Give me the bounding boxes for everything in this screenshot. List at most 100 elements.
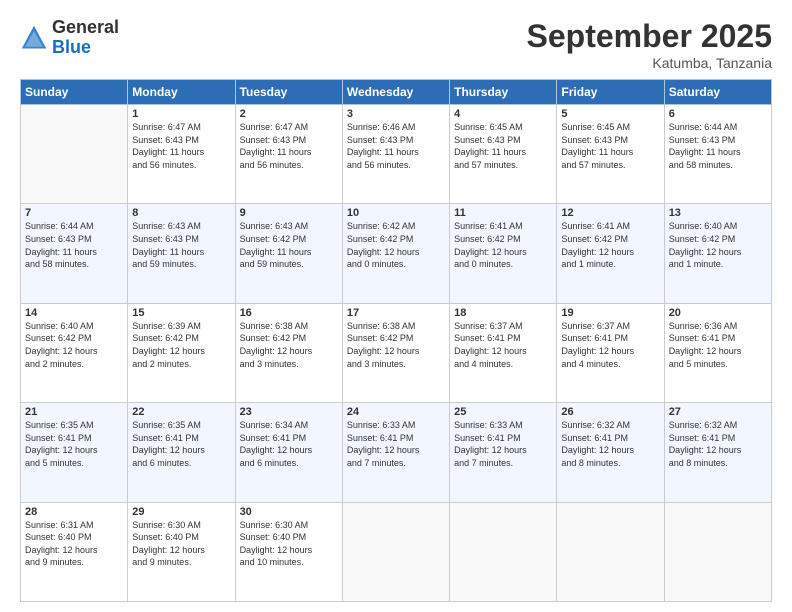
- day-info: Sunrise: 6:38 AM Sunset: 6:42 PM Dayligh…: [240, 320, 338, 370]
- calendar-cell: 18Sunrise: 6:37 AM Sunset: 6:41 PM Dayli…: [450, 303, 557, 402]
- calendar-cell: 21Sunrise: 6:35 AM Sunset: 6:41 PM Dayli…: [21, 403, 128, 502]
- calendar-cell: 4Sunrise: 6:45 AM Sunset: 6:43 PM Daylig…: [450, 105, 557, 204]
- calendar-cell: [450, 502, 557, 601]
- day-number: 26: [561, 406, 659, 418]
- calendar-cell: 14Sunrise: 6:40 AM Sunset: 6:42 PM Dayli…: [21, 303, 128, 402]
- day-number: 13: [669, 207, 767, 219]
- calendar-cell: 19Sunrise: 6:37 AM Sunset: 6:41 PM Dayli…: [557, 303, 664, 402]
- calendar-cell: 7Sunrise: 6:44 AM Sunset: 6:43 PM Daylig…: [21, 204, 128, 303]
- calendar-header-tuesday: Tuesday: [235, 80, 342, 105]
- day-number: 29: [132, 506, 230, 518]
- day-number: 25: [454, 406, 552, 418]
- calendar-cell: 24Sunrise: 6:33 AM Sunset: 6:41 PM Dayli…: [342, 403, 449, 502]
- calendar-cell: 27Sunrise: 6:32 AM Sunset: 6:41 PM Dayli…: [664, 403, 771, 502]
- day-info: Sunrise: 6:34 AM Sunset: 6:41 PM Dayligh…: [240, 419, 338, 469]
- day-info: Sunrise: 6:39 AM Sunset: 6:42 PM Dayligh…: [132, 320, 230, 370]
- day-info: Sunrise: 6:44 AM Sunset: 6:43 PM Dayligh…: [25, 220, 123, 270]
- day-info: Sunrise: 6:47 AM Sunset: 6:43 PM Dayligh…: [240, 121, 338, 171]
- day-number: 23: [240, 406, 338, 418]
- calendar-cell: 10Sunrise: 6:42 AM Sunset: 6:42 PM Dayli…: [342, 204, 449, 303]
- calendar-cell: 23Sunrise: 6:34 AM Sunset: 6:41 PM Dayli…: [235, 403, 342, 502]
- day-number: 11: [454, 207, 552, 219]
- day-number: 6: [669, 108, 767, 120]
- day-number: 9: [240, 207, 338, 219]
- calendar-cell: 6Sunrise: 6:44 AM Sunset: 6:43 PM Daylig…: [664, 105, 771, 204]
- calendar-cell: 29Sunrise: 6:30 AM Sunset: 6:40 PM Dayli…: [128, 502, 235, 601]
- day-number: 15: [132, 307, 230, 319]
- calendar-header-monday: Monday: [128, 80, 235, 105]
- day-info: Sunrise: 6:47 AM Sunset: 6:43 PM Dayligh…: [132, 121, 230, 171]
- day-info: Sunrise: 6:37 AM Sunset: 6:41 PM Dayligh…: [561, 320, 659, 370]
- calendar-cell: 1Sunrise: 6:47 AM Sunset: 6:43 PM Daylig…: [128, 105, 235, 204]
- day-number: 12: [561, 207, 659, 219]
- day-info: Sunrise: 6:43 AM Sunset: 6:42 PM Dayligh…: [240, 220, 338, 270]
- calendar-cell: 22Sunrise: 6:35 AM Sunset: 6:41 PM Dayli…: [128, 403, 235, 502]
- calendar-week-1: 1Sunrise: 6:47 AM Sunset: 6:43 PM Daylig…: [21, 105, 772, 204]
- day-info: Sunrise: 6:44 AM Sunset: 6:43 PM Dayligh…: [669, 121, 767, 171]
- day-number: 28: [25, 506, 123, 518]
- day-info: Sunrise: 6:33 AM Sunset: 6:41 PM Dayligh…: [347, 419, 445, 469]
- logo-text: General Blue: [52, 18, 119, 58]
- calendar-cell: 16Sunrise: 6:38 AM Sunset: 6:42 PM Dayli…: [235, 303, 342, 402]
- calendar-cell: [21, 105, 128, 204]
- day-number: 7: [25, 207, 123, 219]
- calendar-header-sunday: Sunday: [21, 80, 128, 105]
- day-number: 20: [669, 307, 767, 319]
- calendar-header-thursday: Thursday: [450, 80, 557, 105]
- day-info: Sunrise: 6:33 AM Sunset: 6:41 PM Dayligh…: [454, 419, 552, 469]
- calendar-week-4: 21Sunrise: 6:35 AM Sunset: 6:41 PM Dayli…: [21, 403, 772, 502]
- calendar-cell: 17Sunrise: 6:38 AM Sunset: 6:42 PM Dayli…: [342, 303, 449, 402]
- calendar-cell: 9Sunrise: 6:43 AM Sunset: 6:42 PM Daylig…: [235, 204, 342, 303]
- title-block: September 2025 Katumba, Tanzania: [527, 18, 772, 71]
- day-info: Sunrise: 6:45 AM Sunset: 6:43 PM Dayligh…: [454, 121, 552, 171]
- day-number: 3: [347, 108, 445, 120]
- logo-blue: Blue: [52, 37, 91, 57]
- calendar-cell: 2Sunrise: 6:47 AM Sunset: 6:43 PM Daylig…: [235, 105, 342, 204]
- day-number: 19: [561, 307, 659, 319]
- day-number: 21: [25, 406, 123, 418]
- calendar-cell: 30Sunrise: 6:30 AM Sunset: 6:40 PM Dayli…: [235, 502, 342, 601]
- header: General Blue September 2025 Katumba, Tan…: [20, 18, 772, 71]
- calendar-cell: 13Sunrise: 6:40 AM Sunset: 6:42 PM Dayli…: [664, 204, 771, 303]
- calendar-cell: 25Sunrise: 6:33 AM Sunset: 6:41 PM Dayli…: [450, 403, 557, 502]
- day-info: Sunrise: 6:35 AM Sunset: 6:41 PM Dayligh…: [132, 419, 230, 469]
- day-number: 22: [132, 406, 230, 418]
- calendar-cell: [557, 502, 664, 601]
- day-number: 4: [454, 108, 552, 120]
- day-info: Sunrise: 6:30 AM Sunset: 6:40 PM Dayligh…: [132, 519, 230, 569]
- calendar-header-saturday: Saturday: [664, 80, 771, 105]
- day-info: Sunrise: 6:41 AM Sunset: 6:42 PM Dayligh…: [561, 220, 659, 270]
- calendar-cell: 3Sunrise: 6:46 AM Sunset: 6:43 PM Daylig…: [342, 105, 449, 204]
- calendar-cell: 15Sunrise: 6:39 AM Sunset: 6:42 PM Dayli…: [128, 303, 235, 402]
- day-number: 14: [25, 307, 123, 319]
- calendar-cell: 28Sunrise: 6:31 AM Sunset: 6:40 PM Dayli…: [21, 502, 128, 601]
- day-number: 8: [132, 207, 230, 219]
- calendar-cell: 11Sunrise: 6:41 AM Sunset: 6:42 PM Dayli…: [450, 204, 557, 303]
- day-info: Sunrise: 6:40 AM Sunset: 6:42 PM Dayligh…: [25, 320, 123, 370]
- calendar-cell: 26Sunrise: 6:32 AM Sunset: 6:41 PM Dayli…: [557, 403, 664, 502]
- day-number: 5: [561, 108, 659, 120]
- calendar-cell: 12Sunrise: 6:41 AM Sunset: 6:42 PM Dayli…: [557, 204, 664, 303]
- day-number: 16: [240, 307, 338, 319]
- logo-general: General: [52, 17, 119, 37]
- day-info: Sunrise: 6:35 AM Sunset: 6:41 PM Dayligh…: [25, 419, 123, 469]
- day-info: Sunrise: 6:42 AM Sunset: 6:42 PM Dayligh…: [347, 220, 445, 270]
- day-info: Sunrise: 6:32 AM Sunset: 6:41 PM Dayligh…: [561, 419, 659, 469]
- day-number: 17: [347, 307, 445, 319]
- day-info: Sunrise: 6:36 AM Sunset: 6:41 PM Dayligh…: [669, 320, 767, 370]
- page: General Blue September 2025 Katumba, Tan…: [0, 0, 792, 612]
- day-info: Sunrise: 6:40 AM Sunset: 6:42 PM Dayligh…: [669, 220, 767, 270]
- day-info: Sunrise: 6:38 AM Sunset: 6:42 PM Dayligh…: [347, 320, 445, 370]
- day-number: 2: [240, 108, 338, 120]
- location: Katumba, Tanzania: [527, 55, 772, 71]
- day-info: Sunrise: 6:30 AM Sunset: 6:40 PM Dayligh…: [240, 519, 338, 569]
- logo-icon: [20, 24, 48, 52]
- day-info: Sunrise: 6:41 AM Sunset: 6:42 PM Dayligh…: [454, 220, 552, 270]
- day-info: Sunrise: 6:45 AM Sunset: 6:43 PM Dayligh…: [561, 121, 659, 171]
- calendar-cell: [664, 502, 771, 601]
- day-info: Sunrise: 6:43 AM Sunset: 6:43 PM Dayligh…: [132, 220, 230, 270]
- calendar-week-5: 28Sunrise: 6:31 AM Sunset: 6:40 PM Dayli…: [21, 502, 772, 601]
- day-info: Sunrise: 6:31 AM Sunset: 6:40 PM Dayligh…: [25, 519, 123, 569]
- calendar-week-3: 14Sunrise: 6:40 AM Sunset: 6:42 PM Dayli…: [21, 303, 772, 402]
- day-number: 24: [347, 406, 445, 418]
